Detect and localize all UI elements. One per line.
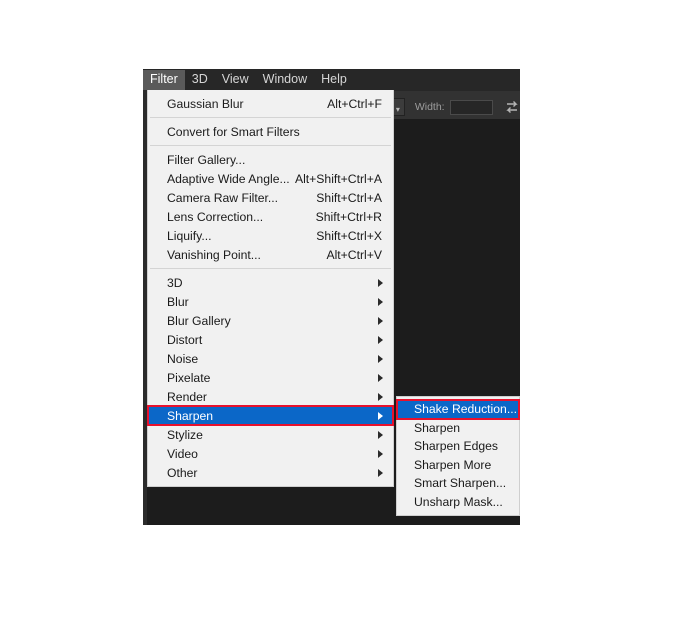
menu-item-blur-gallery[interactable]: Blur Gallery [148,311,393,330]
menu-item-3d[interactable]: 3D [148,273,393,292]
menu-item-shortcut: Alt+Ctrl+V [326,247,382,262]
filter-dropdown-menu: Gaussian Blur Alt+Ctrl+F Convert for Sma… [147,90,394,487]
menu-item-vanishing-point[interactable]: Vanishing Point... Alt+Ctrl+V [148,245,393,264]
menu-item-label: Gaussian Blur [167,96,244,111]
menu-item-label: Sharpen [167,408,214,423]
menu-item-label: Sharpen Edges [414,439,499,454]
menu-item-filter-gallery[interactable]: Filter Gallery... [148,150,393,169]
menu-item-sharpen[interactable]: Sharpen [147,405,394,426]
options-bar: ▾ Width: [391,92,520,122]
menu-item-label: Unsharp Mask... [414,494,503,509]
menu-item-label: Blur [167,294,189,309]
chevron-right-icon [378,316,383,325]
menubar-item-window[interactable]: Window [256,70,314,90]
menu-item-distort[interactable]: Distort [148,330,393,349]
menu-item-video[interactable]: Video [148,444,393,463]
submenu-item-sharpen-more[interactable]: Sharpen More [397,456,519,475]
menu-item-label: Sharpen More [414,457,492,472]
menu-item-stylize[interactable]: Stylize [148,425,393,444]
menu-item-label: 3D [167,275,183,290]
menu-item-pixelate[interactable]: Pixelate [148,368,393,387]
menu-item-label: Pixelate [167,370,211,385]
menubar-item-help[interactable]: Help [314,70,354,90]
chevron-right-icon [378,468,383,477]
swap-arrows-icon[interactable] [504,99,520,115]
sharpen-submenu: Shake Reduction... Sharpen Sharpen Edges… [396,396,520,516]
chevron-right-icon [378,411,383,420]
menu-item-shortcut: Alt+Ctrl+F [327,96,382,111]
submenu-item-sharpen-edges[interactable]: Sharpen Edges [397,437,519,456]
menu-item-label: Blur Gallery [167,313,231,328]
submenu-item-shake-reduction[interactable]: Shake Reduction... [396,399,520,420]
menu-item-label: Render [167,389,207,404]
menu-item-label: Distort [167,332,203,347]
chevron-right-icon [378,335,383,344]
chevron-right-icon [378,430,383,439]
menu-item-shortcut: Shift+Ctrl+R [315,209,382,224]
menu-item-label: Smart Sharpen... [414,476,507,491]
menu-item-gaussian-blur[interactable]: Gaussian Blur Alt+Ctrl+F [148,94,393,113]
menu-item-camera-raw-filter[interactable]: Camera Raw Filter... Shift+Ctrl+A [148,188,393,207]
menu-item-label: Lens Correction... [167,209,264,224]
menu-item-lens-correction[interactable]: Lens Correction... Shift+Ctrl+R [148,207,393,226]
menu-item-label: Other [167,465,198,480]
menu-item-label: Sharpen [414,420,461,435]
chevron-right-icon [378,297,383,306]
chevron-right-icon [378,392,383,401]
menubar-item-3d[interactable]: 3D [185,70,215,90]
menu-item-label: Video [167,446,198,461]
chevron-right-icon [378,373,383,382]
menu-item-label: Vanishing Point... [167,247,261,262]
chevron-right-icon [378,278,383,287]
menubar-item-view[interactable]: View [215,70,256,90]
menu-item-label: Shake Reduction... [414,402,517,417]
menubar-item-filter[interactable]: Filter [143,70,185,90]
menu-item-convert-for-smart-filters[interactable]: Convert for Smart Filters [148,122,393,141]
submenu-item-sharpen[interactable]: Sharpen [397,419,519,438]
menu-item-label: Adaptive Wide Angle... [167,171,290,186]
menu-bar: Filter 3D View Window Help [143,70,354,90]
menu-item-label: Camera Raw Filter... [167,190,279,205]
menu-separator [150,268,391,269]
menu-item-shortcut: Shift+Ctrl+X [316,228,382,243]
menu-item-noise[interactable]: Noise [148,349,393,368]
menu-item-shortcut: Shift+Ctrl+A [316,190,382,205]
width-label: Width: [414,101,445,113]
chevron-right-icon [378,449,383,458]
menu-item-render[interactable]: Render [148,387,393,406]
width-input[interactable] [449,99,493,115]
submenu-item-unsharp-mask[interactable]: Unsharp Mask... [397,493,519,512]
menu-separator [150,145,391,146]
menu-item-label: Noise [167,351,199,366]
menu-item-adaptive-wide-angle[interactable]: Adaptive Wide Angle... Alt+Shift+Ctrl+A [148,169,393,188]
chevron-right-icon [378,354,383,363]
menu-item-label: Liquify... [167,228,212,243]
submenu-item-smart-sharpen[interactable]: Smart Sharpen... [397,474,519,493]
menu-item-blur[interactable]: Blur [148,292,393,311]
menu-item-label: Convert for Smart Filters [167,124,300,139]
menu-item-label: Filter Gallery... [167,152,246,167]
menu-item-label: Stylize [167,427,203,442]
menu-item-shortcut: Alt+Shift+Ctrl+A [294,171,382,186]
menu-item-liquify[interactable]: Liquify... Shift+Ctrl+X [148,226,393,245]
menu-item-other[interactable]: Other [148,463,393,482]
menu-separator [150,117,391,118]
